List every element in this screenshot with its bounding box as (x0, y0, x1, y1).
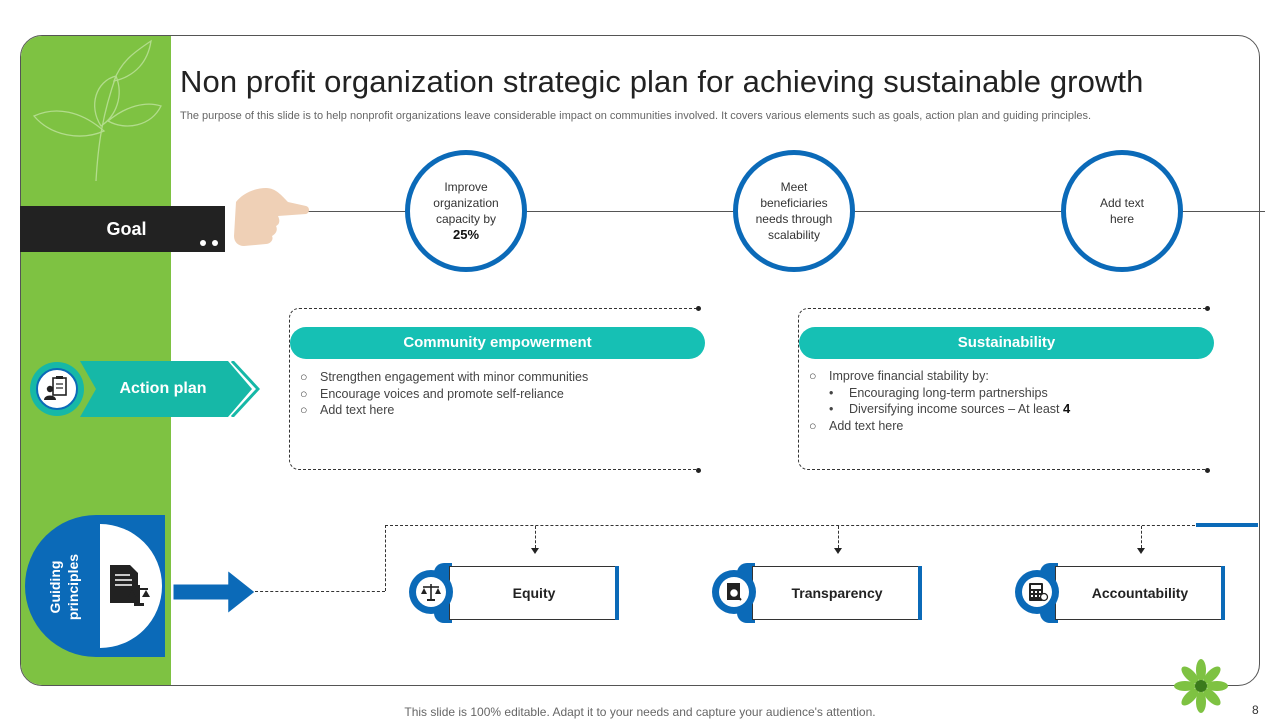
action-plan-label: Action plan (119, 380, 207, 397)
clipboard-person-icon (36, 368, 78, 410)
principle-equity: Equity (449, 566, 619, 620)
goal-circle-capacity: Improve organization capacity by 25% (405, 150, 527, 272)
community-empowerment-heading: Community empowerment (290, 327, 705, 359)
page-number: 8 (1252, 703, 1259, 717)
list-subitem: • Encouraging long-term partnerships (829, 385, 1048, 400)
scales-icon (416, 577, 446, 607)
magnifier-document-icon (719, 577, 749, 607)
box-endpoint (1205, 468, 1210, 473)
arrowhead (531, 548, 539, 554)
box-endpoint (696, 306, 701, 311)
guiding-principles-label: Guiding principles (47, 553, 81, 621)
box-endpoint (1205, 306, 1210, 311)
goal-circle-scalability: Meet beneficiaries needs through scalabi… (733, 150, 855, 272)
connector-drop (1141, 526, 1142, 548)
sustainability-heading: Sustainability (799, 327, 1214, 359)
list-subitem: • Diversifying income sources – At least … (829, 401, 1071, 416)
principle-right-bar (918, 566, 922, 620)
principle-label: Transparency (791, 585, 883, 601)
blue-accent-bar (1196, 523, 1258, 527)
calculator-icon (1022, 577, 1052, 607)
sustainability-list: ○ Improve financial stability by: • Encour… (809, 368, 1070, 434)
leaf-outline-icon (32, 39, 162, 182)
list-item: ○ Encourage voices and promote self-relia… (300, 386, 564, 401)
goal-circle-add-text: Add text here (1061, 150, 1183, 272)
page-subtitle: The purpose of this slide is to help non… (180, 110, 1092, 122)
connector-drop (838, 526, 839, 548)
list-item: ○ Add text here (300, 403, 395, 417)
principle-label: Accountability (1091, 585, 1189, 601)
arrowhead (834, 548, 842, 554)
pointing-hand-icon (234, 188, 309, 246)
connector-line (385, 525, 386, 591)
document-scales-icon (110, 565, 150, 606)
goal-circle-text: Improve organization capacity by (433, 180, 499, 226)
guiding-principles-arrow (173, 571, 255, 613)
principle-label: Equity (512, 585, 556, 601)
community-empowerment-list: ○ Strengthen engagement with minor commun… (300, 369, 588, 419)
box-endpoint (696, 468, 701, 473)
list-item: ○ Add text here (809, 418, 904, 433)
page-title: Non profit organization strategic plan f… (180, 64, 1144, 99)
list-item: ○ Strengthen engagement with minor commun… (300, 370, 589, 384)
connector-line (255, 591, 385, 592)
principle-accountability: Accountability (1055, 566, 1225, 620)
goal-dot (212, 240, 218, 246)
footer-note: This slide is 100% editable. Adapt it to… (404, 705, 876, 719)
arrowhead (1137, 548, 1145, 554)
connector-line (385, 525, 1200, 526)
principle-right-bar (1221, 566, 1225, 620)
goal-circle-emphasis: 25% (452, 227, 480, 242)
principle-transparency: Transparency (752, 566, 922, 620)
goal-circle-text: Meet beneficiaries needs through scalabi… (755, 180, 833, 242)
connector-drop (535, 526, 536, 548)
principle-right-bar (615, 566, 619, 620)
goal-dot (200, 240, 206, 246)
list-item: ○ Improve financial stability by: (809, 369, 989, 383)
goal-circle-text: Add text here (1099, 196, 1145, 226)
